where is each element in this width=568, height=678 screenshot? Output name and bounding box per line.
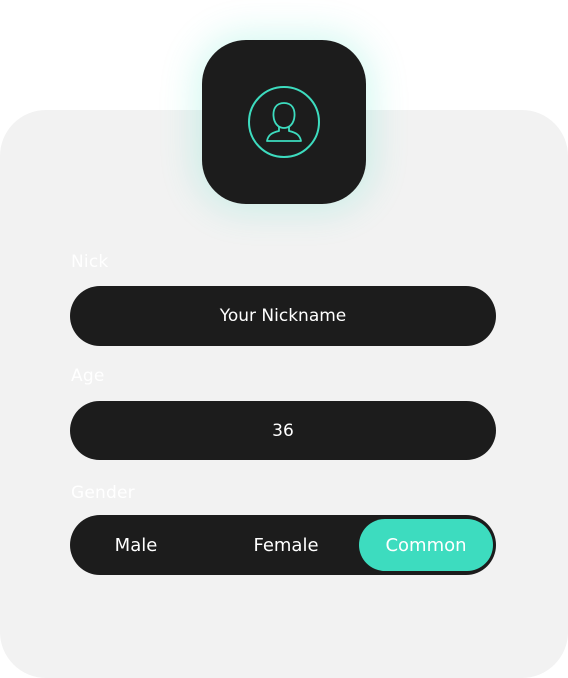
age-label: Age bbox=[71, 366, 105, 386]
nickname-input[interactable]: Your Nickname bbox=[70, 286, 496, 346]
gender-option-common-selected[interactable]: Common bbox=[359, 519, 493, 571]
nick-label: Nick bbox=[71, 252, 109, 272]
age-input[interactable]: 36 bbox=[70, 401, 496, 460]
nickname-value: Your Nickname bbox=[219, 306, 347, 326]
gender-option-male[interactable]: Male bbox=[76, 515, 196, 575]
gender-option-female[interactable]: Female bbox=[226, 515, 346, 575]
gender-selector: Male Female Common bbox=[70, 515, 496, 575]
profile-form-screen: Nick Your Nickname Age 36 Gender Male Fe… bbox=[0, 0, 568, 678]
avatar-tile[interactable] bbox=[202, 40, 366, 204]
user-avatar-icon bbox=[266, 102, 302, 142]
gender-label: Gender bbox=[71, 483, 135, 503]
age-value: 36 bbox=[272, 420, 294, 441]
avatar-ring bbox=[248, 86, 320, 158]
